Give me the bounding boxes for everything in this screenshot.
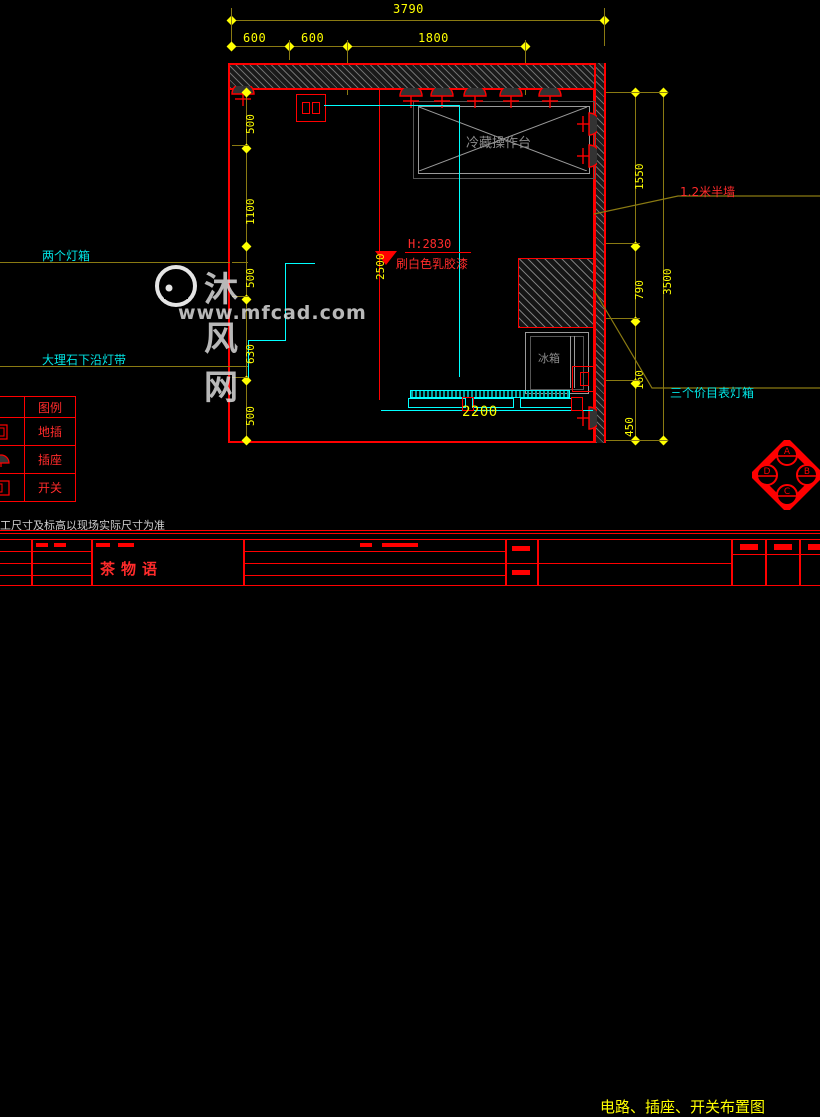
svg-text:A: A [784, 447, 791, 457]
wire-segment [324, 105, 460, 106]
label-refrigerator: 冰箱 [538, 352, 560, 365]
wall-socket-icon[interactable] [462, 84, 488, 114]
legend-label: 开关 [24, 474, 76, 502]
legend-label: 地插 [24, 418, 76, 446]
dim-left-2: 1100 [244, 198, 257, 226]
elevation-index-marker[interactable]: A B C D [749, 437, 820, 513]
leader-extension [0, 366, 40, 367]
counter-unit [520, 398, 572, 408]
annotation-label: 三个价目表灯箱 [670, 386, 755, 400]
annotation-label: 大理石下沿灯带 [42, 353, 127, 367]
dim-bottom-counter: 2200 [462, 404, 498, 420]
wall-socket-icon[interactable] [575, 111, 601, 141]
counter-unit [408, 398, 466, 408]
legend-header: 图例 [24, 396, 76, 418]
dim-right-4: 450 [623, 417, 636, 437]
ext-line [232, 145, 248, 146]
ext-line [289, 40, 290, 60]
partition-line [379, 90, 380, 400]
ext-line [606, 243, 640, 244]
wire-segment [459, 105, 460, 377]
dim-left-3: 500 [244, 268, 257, 288]
drawing-title: 电路、插座、开关布置图 [600, 1098, 766, 1116]
ceiling-height-label: H:2830 [408, 237, 452, 251]
annotation-label: 1.2米半墙 [680, 185, 736, 199]
wall-socket-icon[interactable] [537, 84, 563, 114]
svg-text:C: C [784, 487, 790, 497]
dim-left-1: 500 [244, 114, 257, 134]
legend-row: 开关 [0, 474, 76, 502]
wire-segment [285, 263, 315, 264]
dim-tick [226, 41, 237, 52]
legend-header-blank [0, 396, 24, 418]
label-cold-counter: 冷藏操作台 [466, 136, 532, 151]
ceiling-finish-label: 刷白色乳胶漆 [396, 257, 469, 271]
wall-socket-icon[interactable] [498, 84, 524, 114]
height-tag-underline [405, 252, 471, 253]
dim-line-overall [231, 20, 605, 21]
floor-socket-icon [0, 418, 24, 446]
title-block: 茶物语 电路、插座、开关布置图 [0, 530, 820, 1116]
watermark-text: 沐风网 [204, 270, 242, 408]
svg-text:B: B [804, 467, 810, 477]
fridge-door-line [570, 336, 571, 388]
ext-line [606, 440, 668, 441]
dim-line-sub [231, 46, 526, 47]
project-name: 茶物语 [100, 560, 164, 578]
counter-top-band [410, 390, 570, 398]
legend-table: 图例 地插 插座 开关 [0, 396, 76, 502]
dim-top-2: 600 [301, 31, 325, 45]
switch-icon[interactable] [296, 94, 326, 122]
room-height-tag: 2500 [374, 253, 387, 281]
ext-line [604, 8, 605, 46]
dim-left-5: 500 [244, 406, 257, 426]
leader-extension [0, 262, 40, 263]
annotation-label: 两个灯箱 [42, 249, 91, 263]
legend-row: 插座 [0, 446, 76, 474]
dim-top-3: 1800 [418, 31, 449, 45]
wall-socket-icon [0, 446, 24, 474]
switch-icon [0, 474, 24, 502]
dim-tick [241, 241, 252, 252]
wire-segment [248, 340, 286, 341]
ext-line [606, 92, 668, 93]
legend-label: 插座 [24, 446, 76, 474]
dim-top-1: 600 [243, 31, 267, 45]
wall-bottom [228, 441, 606, 443]
floor-socket-icon[interactable] [571, 397, 583, 411]
watermark-url: www.mfcad.com [178, 302, 367, 324]
wall-socket-icon[interactable] [575, 143, 601, 173]
legend-row: 地插 [0, 418, 76, 446]
wall-socket-icon[interactable] [398, 84, 424, 114]
leader-line [593, 289, 820, 389]
dim-left-4: 630 [244, 344, 257, 364]
dim-tick [241, 435, 252, 446]
dim-top-overall: 3790 [393, 2, 424, 16]
cad-drawing-canvas[interactable]: 3790 600 600 1800 冷藏操作台 H:2830 刷白色乳胶漆 25… [0, 0, 820, 1116]
wall-socket-icon[interactable] [429, 84, 455, 114]
wall-top [228, 63, 606, 90]
half-wall-block [518, 258, 594, 328]
svg-text:D: D [764, 467, 771, 477]
